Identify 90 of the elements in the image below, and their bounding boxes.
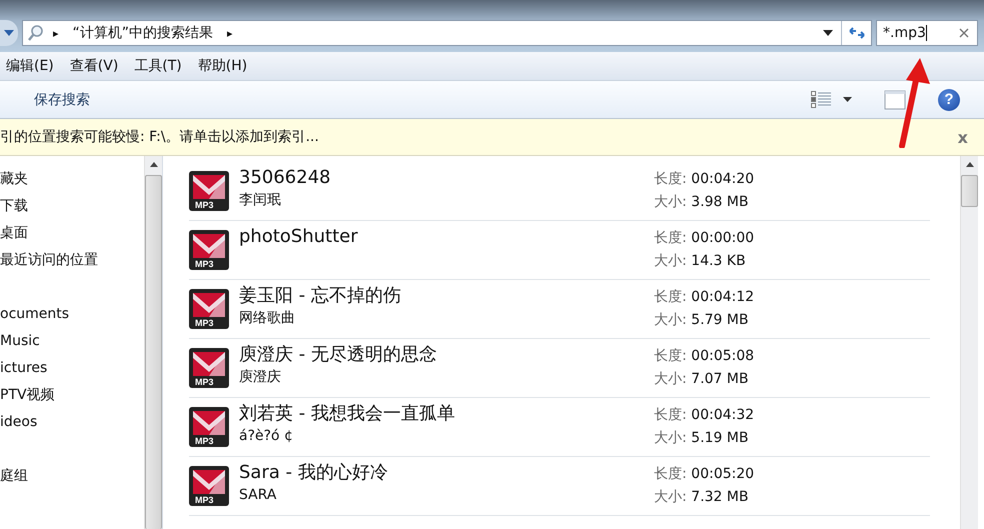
- info-message: 引的位置搜索可能较慢: F:\。请单击以添加到索引...: [0, 128, 319, 146]
- nav-item[interactable]: ictures: [0, 359, 144, 386]
- nav-item[interactable]: 庭组: [0, 467, 144, 494]
- size-label: 大小:: [654, 489, 687, 505]
- size-label: 大小:: [654, 430, 687, 446]
- length-label: 长度:: [654, 230, 687, 246]
- breadcrumb-arrow[interactable]: ▸: [227, 26, 233, 40]
- file-row[interactable]: MP3 Sara - 我的心好冷 SARA 长度: 00:05:20 大小: 7.32 MB: [189, 457, 930, 516]
- mp3-file-icon: [189, 348, 229, 388]
- file-name: 姜玉阳 - 忘不掉的伤: [239, 284, 402, 308]
- artist-name: 网络歌曲: [239, 309, 296, 328]
- length-value: 00:05:08: [691, 348, 754, 364]
- scroll-up-icon[interactable]: [966, 162, 974, 167]
- length-value: 00:04:20: [691, 171, 754, 187]
- size-value: 3.98 MB: [691, 194, 748, 210]
- breadcrumb-arrow[interactable]: ▸: [53, 26, 59, 40]
- file-row[interactable]: MP3 photoShutter 长度: 00:00:00 大小: 14.3 KB: [189, 221, 930, 280]
- nav-item[interactable]: ideos: [0, 413, 144, 440]
- menu-item[interactable]: 查看(V): [70, 57, 118, 75]
- caret-icon[interactable]: [4, 30, 14, 36]
- size-value: 7.07 MB: [691, 371, 748, 387]
- menu-item[interactable]: 编辑(E): [6, 57, 54, 75]
- dropdown-icon[interactable]: [823, 30, 833, 36]
- size-label: 大小:: [654, 371, 687, 387]
- view-list-icon[interactable]: [811, 90, 831, 108]
- refresh-icon[interactable]: [848, 26, 866, 40]
- nav-item[interactable]: 下载: [0, 197, 144, 224]
- scroll-up-icon[interactable]: [150, 162, 158, 167]
- mp3-file-icon: [189, 171, 229, 211]
- search-icon: [27, 24, 45, 42]
- mp3-file-icon: [189, 289, 229, 329]
- breadcrumb-item[interactable]: “计算机”中的搜索结果: [66, 24, 220, 42]
- artist-name: 李闰珉: [239, 191, 282, 210]
- scroll-thumb[interactable]: [961, 175, 978, 207]
- file-name: Sara - 我的心好冷: [239, 461, 389, 485]
- file-type-label: MP3: [195, 200, 214, 210]
- menu-item[interactable]: 工具(T): [134, 57, 182, 75]
- length-label: 长度:: [654, 289, 687, 305]
- file-row[interactable]: MP3 刘若英 - 我想我会一直孤单 á?è?ó ¢ 长度: 00:04:32 大小: 5.19 MB: [189, 398, 930, 457]
- size-value: 14.3 KB: [691, 253, 746, 269]
- close-button[interactable]: x: [958, 128, 968, 146]
- artist-name: 庾澄庆: [239, 368, 282, 387]
- file-row[interactable]: MP3 庾澄庆 - 无尽透明的思念 庾澄庆 长度: 00:05:08 大小: 7.07 MB: [189, 339, 930, 398]
- nav-item[interactable]: Music: [0, 332, 144, 359]
- nav-item[interactable]: 桌面: [0, 224, 144, 251]
- mp3-file-icon: [189, 466, 229, 506]
- length-value: 00:04:32: [691, 407, 754, 423]
- help-button[interactable]: ?: [938, 88, 960, 110]
- size-label: 大小:: [654, 312, 687, 328]
- file-name: photoShutter: [239, 225, 359, 249]
- nav-item[interactable]: ocuments: [0, 305, 144, 332]
- size-value: 7.32 MB: [691, 489, 748, 505]
- file-row[interactable]: MP3 35066248 李闰珉 长度: 00:04:20 大小: 3.98 MB: [189, 162, 930, 221]
- file-name: 庾澄庆 - 无尽透明的思念: [239, 343, 438, 367]
- dropdown-icon[interactable]: [843, 97, 852, 102]
- clear-icon[interactable]: [959, 28, 969, 38]
- search-field[interactable]: *.mp3: [876, 20, 978, 46]
- address-field[interactable]: ▸ “计算机”中的搜索结果 ▸: [22, 20, 872, 46]
- info-bar[interactable]: 引的位置搜索可能较慢: F:\。请单击以添加到索引... x: [0, 119, 984, 156]
- file-type-label: MP3: [195, 259, 214, 269]
- length-label: 长度:: [654, 348, 687, 364]
- nav-item[interactable]: 最近访问的位置: [0, 251, 144, 278]
- mp3-file-icon: [189, 230, 229, 270]
- nav-item[interactable]: 藏夹: [0, 170, 144, 197]
- length-value: 00:00:00: [691, 230, 754, 246]
- scrollbar[interactable]: [960, 156, 978, 529]
- length-label: 长度:: [654, 466, 687, 482]
- file-type-label: MP3: [195, 495, 214, 505]
- file-name: 35066248: [239, 166, 332, 190]
- file-type-label: MP3: [195, 436, 214, 446]
- nav-item[interactable]: PTV视频: [0, 386, 144, 413]
- file-type-label: MP3: [195, 377, 214, 387]
- file-type-label: MP3: [195, 318, 214, 328]
- file-name: 刘若英 - 我想我会一直孤单: [239, 402, 456, 426]
- save-search-button[interactable]: 保存搜索: [34, 90, 90, 108]
- artist-name: SARA: [239, 486, 278, 505]
- size-value: 5.19 MB: [691, 430, 748, 446]
- size-value: 5.79 MB: [691, 312, 748, 328]
- mp3-file-icon: [189, 407, 229, 447]
- file-row[interactable]: MP3 姜玉阳 - 忘不掉的伤 网络歌曲 长度: 00:04:12 大小: 5.79 MB: [189, 280, 930, 339]
- length-value: 00:04:12: [691, 289, 754, 305]
- menu-item[interactable]: 帮助(H): [198, 57, 248, 75]
- length-value: 00:05:20: [691, 466, 754, 482]
- artist-name: á?è?ó ¢: [239, 427, 294, 446]
- preview-pane-icon[interactable]: [884, 90, 906, 110]
- length-label: 长度:: [654, 171, 687, 187]
- history-dropdown[interactable]: [0, 20, 18, 46]
- length-label: 长度:: [654, 407, 687, 423]
- size-label: 大小:: [654, 194, 687, 210]
- size-label: 大小:: [654, 253, 687, 269]
